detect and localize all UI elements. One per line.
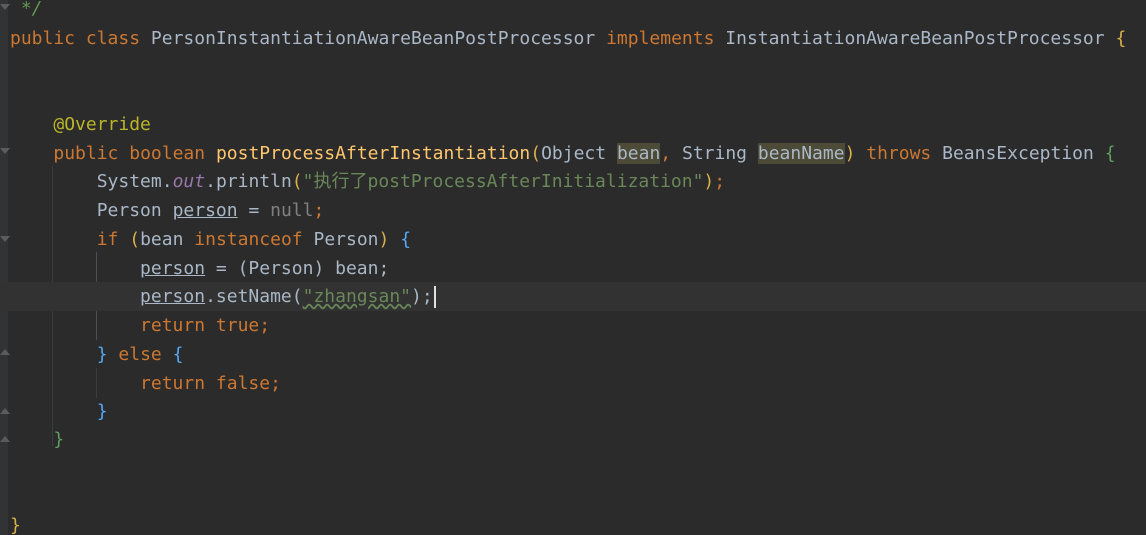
keyword: throws bbox=[866, 143, 932, 164]
semicolon: ; bbox=[270, 373, 281, 394]
paren: ) bbox=[844, 143, 856, 164]
code-line-current[interactable]: person.setName("zhangsan"); bbox=[10, 282, 436, 311]
class-ref[interactable]: System bbox=[97, 171, 162, 192]
comma: , bbox=[660, 143, 672, 164]
keyword: public bbox=[10, 28, 76, 49]
paren: ) bbox=[703, 171, 715, 192]
brace: { bbox=[172, 344, 184, 365]
code-line[interactable]: } bbox=[10, 397, 108, 426]
paren: ( bbox=[291, 171, 303, 192]
method-call[interactable]: .setName( bbox=[205, 286, 303, 307]
string-literal-typo: "zhangsan" bbox=[302, 286, 411, 307]
bool-literal: false bbox=[215, 373, 271, 394]
code-line[interactable]: System.out.println("执行了postProcessAfterI… bbox=[10, 167, 725, 196]
comment: */ bbox=[10, 0, 43, 19]
code-line[interactable]: @Override bbox=[10, 110, 151, 139]
paren: ( bbox=[129, 229, 141, 250]
brace: } bbox=[53, 429, 65, 450]
text-caret bbox=[433, 286, 436, 308]
keyword: class bbox=[85, 28, 141, 49]
string-literal: "执行了postProcessAfterInitialization" bbox=[302, 171, 704, 192]
code-line[interactable]: } bbox=[10, 425, 64, 454]
brace: { bbox=[1104, 143, 1116, 164]
paren: ( bbox=[530, 143, 542, 164]
null-literal: null bbox=[270, 200, 314, 221]
code-line[interactable]: public class PersonInstantiationAwareBea… bbox=[10, 24, 1126, 53]
fold-marker-icon[interactable] bbox=[0, 436, 10, 442]
operator: = bbox=[237, 200, 271, 221]
fold-marker-icon[interactable] bbox=[0, 148, 10, 154]
code-line[interactable]: return true; bbox=[10, 311, 270, 340]
code-editor[interactable]: */ public class PersonInstantiationAware… bbox=[0, 0, 1146, 535]
variable-underlined[interactable]: person bbox=[140, 258, 205, 279]
code-line[interactable]: public boolean postProcessAfterInstantia… bbox=[10, 139, 1116, 168]
keyword: return bbox=[140, 373, 206, 394]
fold-marker-icon[interactable] bbox=[0, 4, 10, 10]
keyword: return bbox=[140, 315, 206, 336]
code-line[interactable]: person = (Person) bean; bbox=[10, 254, 389, 283]
annotation[interactable]: @Override bbox=[53, 114, 151, 135]
code-line[interactable]: } else { bbox=[10, 340, 184, 369]
exception-type[interactable]: BeansException bbox=[942, 143, 1094, 164]
variable-underlined[interactable]: person bbox=[173, 200, 238, 221]
editor-gutter[interactable] bbox=[0, 0, 8, 535]
bool-literal: true bbox=[215, 315, 260, 336]
static-field[interactable]: out bbox=[173, 171, 206, 192]
keyword: else bbox=[118, 344, 162, 365]
code-line[interactable]: return false; bbox=[10, 369, 281, 398]
interface-name[interactable]: InstantiationAwareBeanPostProcessor bbox=[725, 28, 1104, 49]
param-type[interactable]: String bbox=[682, 143, 747, 164]
keyword: implements bbox=[606, 28, 715, 49]
code-line[interactable]: */ bbox=[10, 0, 43, 23]
parameter-highlighted[interactable]: beanName bbox=[757, 143, 845, 164]
code-line[interactable]: if (bean instanceof Person) { bbox=[10, 225, 411, 254]
fold-marker-icon[interactable] bbox=[0, 236, 10, 242]
condition-type[interactable]: Person bbox=[303, 229, 378, 250]
code-line[interactable]: } bbox=[10, 511, 21, 535]
variable-underlined[interactable]: person bbox=[140, 286, 205, 307]
method-call[interactable]: println bbox=[216, 171, 292, 192]
fold-marker-icon[interactable] bbox=[0, 408, 10, 414]
param-type[interactable]: Object bbox=[541, 143, 606, 164]
brace: { bbox=[1115, 28, 1127, 49]
keyword: public bbox=[53, 143, 119, 164]
semicolon: ; bbox=[714, 171, 726, 192]
parameter-highlighted[interactable]: bean bbox=[616, 143, 661, 164]
code-text: ); bbox=[411, 286, 433, 307]
fold-marker-icon[interactable] bbox=[0, 349, 10, 355]
keyword: if bbox=[96, 229, 119, 250]
semicolon: ; bbox=[259, 315, 271, 336]
brace: } bbox=[96, 344, 108, 365]
brace: } bbox=[96, 401, 108, 422]
semicolon: ; bbox=[313, 200, 325, 221]
keyword: instanceof bbox=[194, 229, 303, 250]
code-text: = (Person) bean; bbox=[205, 258, 390, 279]
dot: . bbox=[205, 171, 216, 192]
method-name[interactable]: postProcessAfterInstantiation bbox=[216, 143, 530, 164]
condition-var[interactable]: bean bbox=[140, 229, 194, 250]
keyword: boolean bbox=[129, 143, 206, 164]
type-name[interactable]: Person bbox=[97, 200, 162, 221]
brace: } bbox=[10, 515, 21, 535]
class-name[interactable]: PersonInstantiationAwareBeanPostProcesso… bbox=[151, 28, 595, 49]
code-line[interactable]: Person person = null; bbox=[10, 196, 325, 225]
dot: . bbox=[161, 171, 173, 192]
brace: { bbox=[400, 229, 412, 250]
paren: ) bbox=[378, 229, 390, 250]
